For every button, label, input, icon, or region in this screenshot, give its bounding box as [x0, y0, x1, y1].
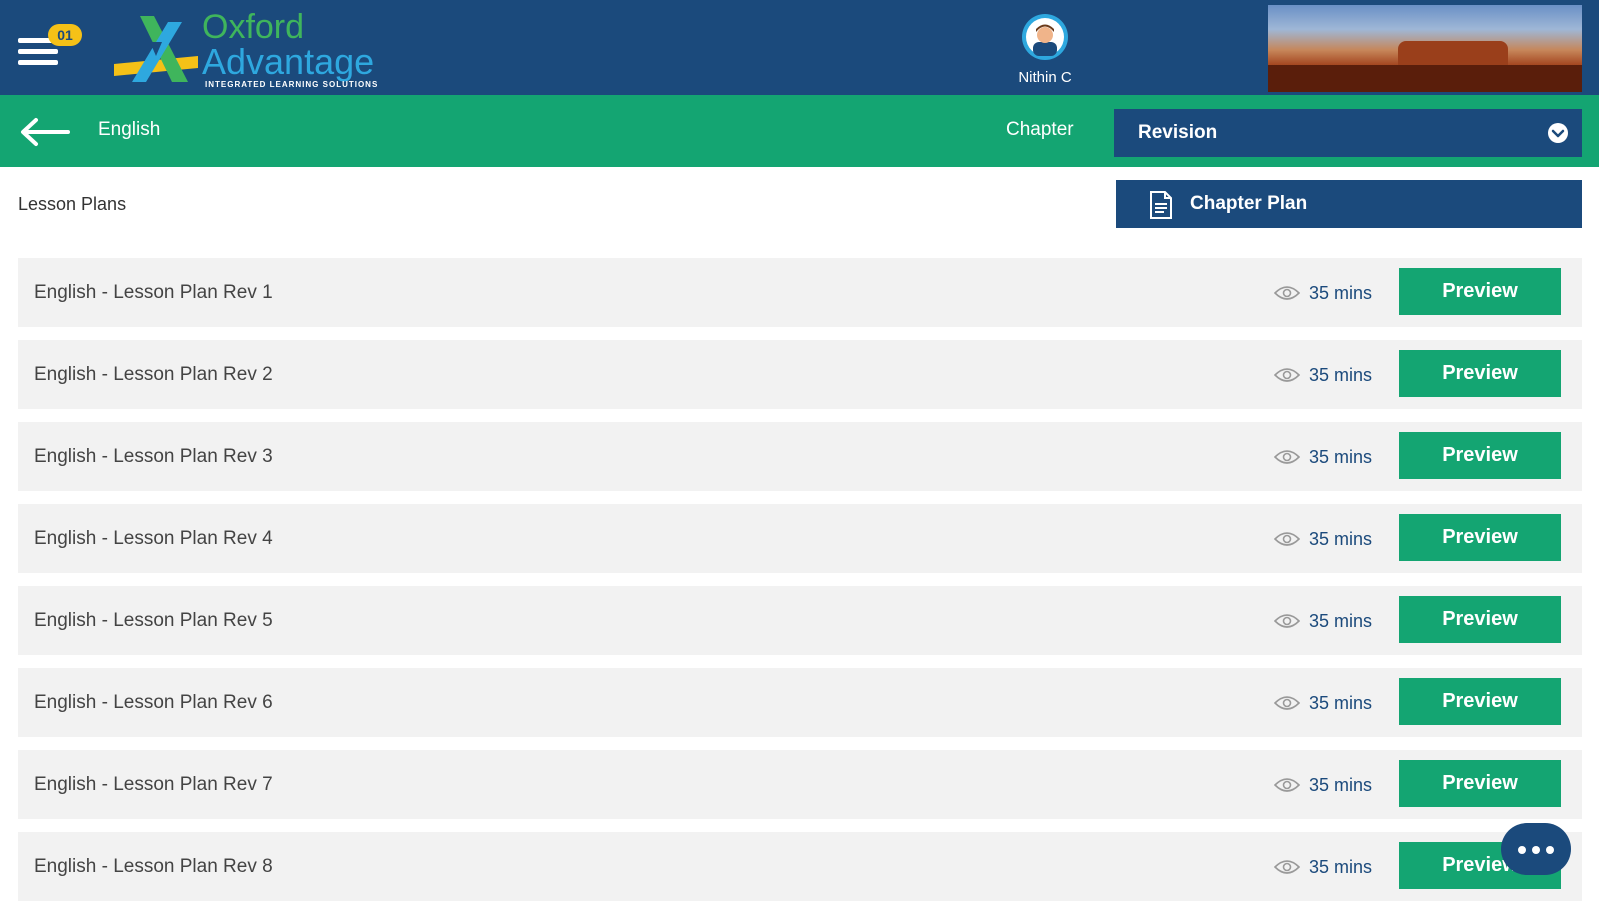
lesson-duration: 35 mins	[1309, 365, 1373, 385]
preview-button[interactable]: Preview	[1399, 596, 1561, 643]
lesson-plan-title: English - Lesson Plan Rev 5	[34, 610, 273, 631]
app-header: 01 Oxford Advantage INTEGRATED LEARNING …	[0, 0, 1599, 95]
list-item: English - Lesson Plan Rev 1 35 mins Prev…	[18, 258, 1582, 327]
breadcrumb[interactable]: English	[98, 119, 160, 141]
chapter-plan-label: Chapter Plan	[1190, 193, 1308, 214]
logo-line-advantage: Advantage	[202, 41, 375, 82]
chevron-down-icon	[1548, 123, 1568, 143]
oxford-advantage-logo: Oxford Advantage INTEGRATED LEARNING SOL…	[110, 8, 410, 89]
chapter-plan-button[interactable]: Chapter Plan	[1116, 180, 1582, 228]
lesson-duration: 35 mins	[1309, 447, 1373, 467]
list-item: English - Lesson Plan Rev 6 35 mins Prev…	[18, 668, 1582, 737]
lesson-duration: 35 mins	[1309, 283, 1373, 303]
list-item: English - Lesson Plan Rev 4 35 mins Prev…	[18, 504, 1582, 573]
eye-icon	[1274, 614, 1300, 628]
chapter-select[interactable]: Revision	[1114, 109, 1582, 157]
preview-button[interactable]: Preview	[1399, 268, 1561, 315]
document-icon	[1150, 191, 1172, 219]
logo-text: Oxford Advantage INTEGRATED LEARNING SOL…	[202, 10, 378, 89]
lesson-plan-title: English - Lesson Plan Rev 7	[34, 774, 273, 795]
preview-button[interactable]: Preview	[1399, 432, 1561, 479]
eye-icon	[1274, 778, 1300, 792]
menu-button[interactable]: 01	[14, 22, 90, 72]
lesson-duration: 35 mins	[1309, 611, 1373, 631]
chapter-select-value: Revision	[1138, 122, 1218, 143]
lesson-plan-title: English - Lesson Plan Rev 4	[34, 528, 273, 549]
lesson-duration: 35 mins	[1309, 857, 1373, 877]
logo-tagline: INTEGRATED LEARNING SOLUTIONS	[205, 80, 379, 89]
list-item: English - Lesson Plan Rev 8 35 mins Prev…	[18, 832, 1582, 901]
list-item: English - Lesson Plan Rev 2 35 mins Prev…	[18, 340, 1582, 409]
sub-header: English Chapter Revision	[0, 95, 1599, 167]
lesson-plan-title: English - Lesson Plan Rev 1	[34, 282, 273, 303]
user-name: Nithin C	[1018, 69, 1072, 86]
list-item: English - Lesson Plan Rev 7 35 mins Prev…	[18, 750, 1582, 819]
eye-icon	[1274, 450, 1300, 464]
list-item: English - Lesson Plan Rev 3 35 mins Prev…	[18, 422, 1582, 491]
arrow-left-icon[interactable]	[18, 117, 72, 147]
eye-icon	[1274, 368, 1300, 382]
preview-button[interactable]: Preview	[1399, 514, 1561, 561]
preview-button[interactable]: Preview	[1399, 678, 1561, 725]
lesson-plan-title: English - Lesson Plan Rev 8	[34, 856, 273, 877]
logo-line-oxford: Oxford	[202, 8, 305, 46]
list-item: English - Lesson Plan Rev 5 35 mins Prev…	[18, 586, 1582, 655]
more-dots-icon	[1518, 846, 1526, 854]
lesson-duration: 35 mins	[1309, 775, 1373, 795]
avatar	[1022, 14, 1068, 60]
eye-icon	[1274, 286, 1300, 300]
lesson-plan-title: English - Lesson Plan Rev 3	[34, 446, 273, 467]
chapter-label: Chapter	[1006, 119, 1074, 140]
lesson-duration: 35 mins	[1309, 693, 1373, 713]
preview-button[interactable]: Preview	[1399, 350, 1561, 397]
more-options-button[interactable]	[1501, 823, 1571, 875]
logo-mark-icon	[114, 16, 198, 82]
preview-button[interactable]: Preview	[1399, 760, 1561, 807]
header-banner-image	[1268, 5, 1582, 92]
lesson-duration: 35 mins	[1309, 529, 1373, 549]
section-title-lesson-plans: Lesson Plans	[18, 194, 127, 214]
eye-icon	[1274, 860, 1300, 874]
user-profile[interactable]: Nithin C	[1000, 12, 1090, 86]
lesson-plan-list: English - Lesson Plan Rev 1 35 mins Prev…	[18, 258, 1582, 914]
lesson-plan-title: English - Lesson Plan Rev 2	[34, 364, 273, 385]
lesson-plan-title: English - Lesson Plan Rev 6	[34, 692, 273, 713]
eye-icon	[1274, 696, 1300, 710]
notification-badge: 01	[48, 24, 82, 46]
eye-icon	[1274, 532, 1300, 546]
